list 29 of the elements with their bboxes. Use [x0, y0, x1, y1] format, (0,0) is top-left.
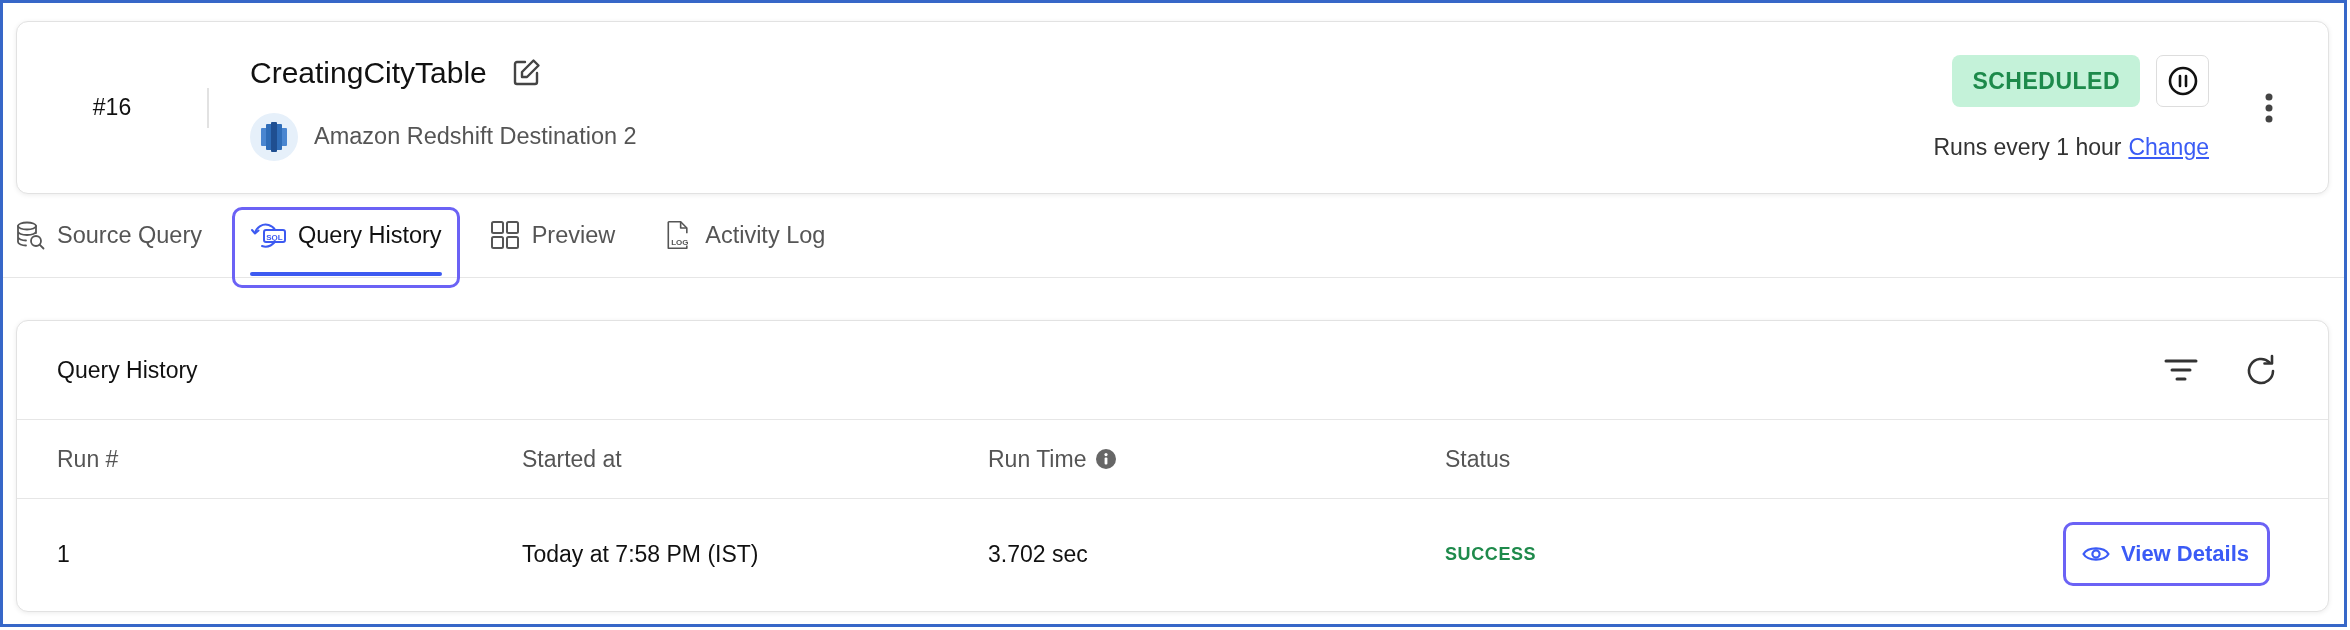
bars-icon — [250, 112, 298, 161]
more-options-icon[interactable] — [2265, 92, 2273, 123]
eye-icon — [2082, 544, 2110, 564]
table-cell: 3.702 sec — [988, 540, 1088, 568]
info-icon[interactable] — [1096, 449, 1117, 469]
tab[interactable]: Source Query — [3, 207, 220, 288]
column-header: Run # — [57, 445, 119, 473]
column-header: Status — [1445, 445, 1511, 473]
tab[interactable]: Preview — [471, 207, 634, 288]
status-text: SUCCESS — [1445, 543, 1537, 565]
pause-icon — [2167, 66, 2198, 96]
filter-icon[interactable] — [2164, 357, 2198, 383]
database-search-icon — [15, 220, 45, 250]
status-badge: SCHEDULED — [1952, 55, 2140, 107]
view-details-button[interactable]: View Details — [2063, 522, 2270, 586]
refresh-icon[interactable] — [2245, 354, 2277, 386]
schedule-text: Runs every 1 hour — [1933, 134, 2122, 160]
destination-name: Amazon Redshift Destination 2 — [314, 123, 637, 150]
change-link[interactable]: Change — [2128, 134, 2209, 160]
table-cell: Today at 7:58 PM (IST) — [522, 540, 759, 568]
card-title: Query History — [57, 356, 199, 384]
column-header: Started at — [522, 445, 622, 473]
tab[interactable]: LOG Activity Log — [645, 207, 844, 288]
pause-button[interactable] — [2156, 55, 2209, 107]
table-cell: 1 — [57, 540, 70, 568]
job-number: #16 — [92, 94, 132, 120]
grid-icon — [489, 220, 520, 250]
column-header: Run Time — [988, 445, 1087, 473]
job-title: CreatingCityTable — [250, 54, 487, 91]
